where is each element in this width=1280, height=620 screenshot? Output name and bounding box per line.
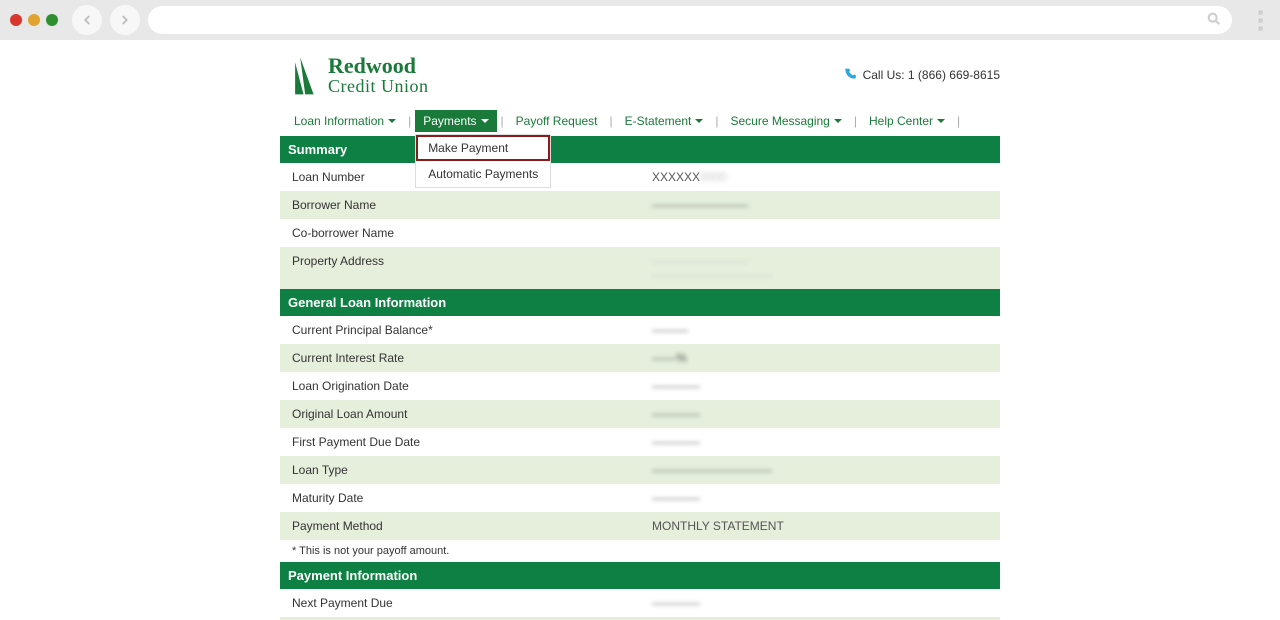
table-row: Current Principal Balance* ——— [280,316,1000,344]
principal-balance-label: Current Principal Balance* [280,320,640,340]
payment-method-value: MONTHLY STATEMENT [640,516,1000,536]
table-row: Borrower Name ———————— [280,191,1000,219]
browser-chrome [0,0,1280,40]
chevron-down-icon [481,119,489,123]
brand-name-line1: Redwood [328,54,429,77]
nav-separator: | [501,114,504,128]
coborrower-name-label: Co-borrower Name [280,223,640,243]
section-payment-header: Payment Information [280,562,1000,589]
maturity-date-label: Maturity Date [280,488,640,508]
tree-icon [280,54,322,96]
table-row: Original Loan Amount ———— [280,400,1000,428]
table-row: First Payment Due Date ———— [280,428,1000,456]
next-due-value: ———— [640,593,1000,613]
main-nav: Loan Information | Payments Make Payment… [286,106,1000,136]
nav-loan-information[interactable]: Loan Information [286,110,404,132]
maximize-window-button[interactable] [46,14,58,26]
minimize-window-button[interactable] [28,14,40,26]
forward-button[interactable] [110,5,140,35]
maturity-date-value: ———— [640,488,1000,508]
chevron-down-icon [695,119,703,123]
orig-date-value: ———— [640,376,1000,396]
nav-payments[interactable]: Payments [415,110,496,132]
borrower-name-label: Borrower Name [280,195,640,215]
table-row: Property Address ———————— —————————— [280,247,1000,289]
dropdown-make-payment[interactable]: Make Payment [416,135,550,161]
next-due-label: Next Payment Due [280,593,640,613]
window-controls [10,14,58,26]
payment-method-label: Payment Method [280,516,640,536]
borrower-name-value: ———————— [640,195,1000,215]
payoff-note: * This is not your payoff amount. [280,540,1000,562]
nav-payments-wrap: Payments Make Payment Automatic Payments [415,110,496,132]
first-due-value: ———— [640,432,1000,452]
chevron-down-icon [388,119,396,123]
chevron-down-icon [937,119,945,123]
chevron-down-icon [834,119,842,123]
phone-icon [843,67,857,84]
table-row: Payment Method MONTHLY STATEMENT [280,512,1000,540]
loan-type-value: —————————— [640,460,1000,480]
coborrower-name-value [640,223,1000,243]
table-row: Maturity Date ———— [280,484,1000,512]
orig-date-label: Loan Origination Date [280,376,640,396]
call-us[interactable]: Call Us: 1 (866) 669-8615 [843,67,1000,84]
back-button[interactable] [72,5,102,35]
table-row: Current Interest Rate ——% [280,344,1000,372]
orig-amount-value: ———— [640,404,1000,424]
nav-payoff-request[interactable]: Payoff Request [508,110,606,132]
nav-separator: | [610,114,613,128]
table-row: Loan Type —————————— [280,456,1000,484]
loan-type-label: Loan Type [280,460,640,480]
interest-rate-value: ——% [640,348,1000,368]
loan-number-value: XXXXXX0000 [640,167,1000,187]
page-container: Redwood Credit Union Call Us: 1 (866) 66… [280,40,1000,620]
table-row: Co-borrower Name [280,219,1000,247]
call-us-label: Call Us: 1 (866) 669-8615 [863,68,1000,82]
first-due-label: First Payment Due Date [280,432,640,452]
principal-balance-value: ——— [640,320,1000,340]
address-bar[interactable] [148,6,1232,34]
table-row: Loan Number XXXXXX0000 [280,163,1000,191]
nav-help-center[interactable]: Help Center [861,110,953,132]
dropdown-automatic-payments[interactable]: Automatic Payments [416,161,550,187]
section-summary-header: Summary [280,136,1000,163]
brand-logo[interactable]: Redwood Credit Union [280,54,429,96]
page-scroll-area[interactable]: Redwood Credit Union Call Us: 1 (866) 66… [0,40,1280,620]
browser-menu-button[interactable] [1250,10,1270,31]
property-address-value: ———————— —————————— [640,251,1000,285]
page-header: Redwood Credit Union Call Us: 1 (866) 66… [280,50,1000,106]
section-general-header: General Loan Information [280,289,1000,316]
property-address-label: Property Address [280,251,640,285]
brand-name-line2: Credit Union [328,77,429,96]
close-window-button[interactable] [10,14,22,26]
orig-amount-label: Original Loan Amount [280,404,640,424]
nav-separator: | [715,114,718,128]
nav-separator: | [854,114,857,128]
table-row: Next Payment Due ———— [280,589,1000,617]
nav-separator: | [957,114,960,128]
nav-secure-messaging[interactable]: Secure Messaging [722,110,849,132]
interest-rate-label: Current Interest Rate [280,348,640,368]
nav-separator: | [408,114,411,128]
search-icon [1206,11,1222,30]
table-row: Loan Origination Date ———— [280,372,1000,400]
payments-dropdown: Make Payment Automatic Payments [415,134,551,188]
nav-estatement[interactable]: E-Statement [617,110,712,132]
